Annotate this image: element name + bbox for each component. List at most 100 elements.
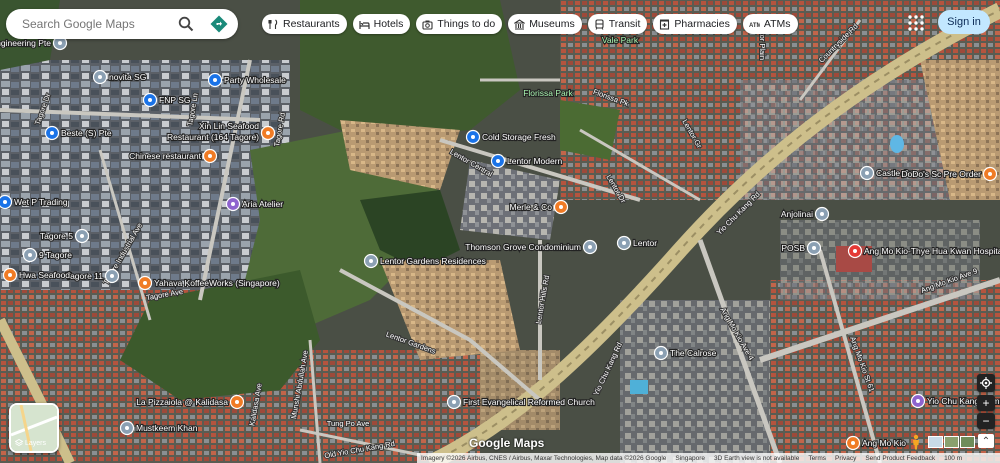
pin-dot [110, 274, 114, 278]
imagery-thumbnails [928, 436, 975, 448]
place-marker[interactable]: Ang Mo Kio [845, 435, 907, 451]
chip-restaurants[interactable]: Restaurants [262, 14, 347, 34]
place-marker[interactable]: novita SG [92, 69, 147, 85]
place-label: Chinese restaurant [129, 151, 201, 161]
pin-dot [812, 246, 816, 250]
place-label: Engineering Pte [0, 38, 51, 48]
place-label: FNP SG [159, 95, 191, 105]
bed-icon [359, 20, 370, 29]
layers-label-wrap: Layers [15, 439, 46, 447]
scale-bar[interactable]: 100 m [944, 455, 962, 462]
country-link[interactable]: Singapore [675, 455, 705, 462]
place-label: The Calrose [670, 348, 717, 358]
pin-dot [496, 159, 500, 163]
pin-dot [235, 400, 239, 404]
place-label: First Evangelical Reformed Church [463, 397, 595, 407]
pin-dot [659, 351, 663, 355]
pin-dot [865, 171, 869, 175]
terms-link[interactable]: Terms [808, 455, 826, 462]
earth-view-note: 3D Earth view is not available [714, 454, 800, 462]
place-marker[interactable]: Beste (S) Pte [44, 125, 113, 141]
pin-dot [58, 41, 62, 45]
pin-dot [916, 399, 920, 403]
expand-button[interactable]: ⌃ [978, 434, 994, 448]
place-marker[interactable]: Tagore 5 [39, 228, 90, 244]
place-label: Tagore 11 [66, 271, 103, 281]
plus-icon: + [982, 396, 990, 410]
place-label: Beste (S) Pte [61, 128, 112, 138]
directions-icon[interactable] [210, 15, 228, 33]
svg-text:ATM: ATM [749, 23, 760, 29]
pin-dot [3, 200, 7, 204]
imagery-attribution: Imagery ©2026 Airbus, CNES / Airbus, Max… [421, 454, 667, 462]
place-label: Yahava KoffeeWorks (Singapore) [154, 278, 280, 288]
place-marker[interactable]: Ang Mo Kio-Thye Hua Kwan Hospital [847, 243, 1000, 259]
place-marker[interactable]: Mustkeem Khan [119, 420, 199, 436]
chip-label: Transit [608, 18, 641, 30]
place-marker[interactable]: The Calrose [653, 345, 718, 361]
chip-things-to-do[interactable]: Things to do [416, 14, 503, 34]
place-label: Ang Mo Kio [862, 438, 906, 448]
zoom-in-button[interactable]: + [977, 395, 995, 411]
pin-dot [452, 400, 456, 404]
category-chips: Restaurants Hotels Things to do Museums … [262, 14, 798, 34]
map-thumbnail[interactable] [928, 436, 943, 448]
satellite-map[interactable]: Tagore Dr Tagore LnTagore RdTagore AveTag… [0, 0, 1000, 463]
chip-label: ATMs [763, 18, 791, 30]
place-marker[interactable]: Hwa Seafood [2, 267, 71, 283]
place-label: Merle & Co [509, 202, 552, 212]
place-label: Lentor [633, 238, 657, 248]
search-icon[interactable] [178, 16, 194, 32]
place-marker[interactable]: 9 Tagore [22, 247, 73, 263]
place-marker[interactable]: Aria Atelier [225, 196, 284, 212]
place-marker[interactable]: First Evangelical Reformed Church [446, 394, 596, 410]
place-marker[interactable]: Thomson Grove Condominium [464, 239, 598, 255]
place-marker[interactable]: POSB [780, 240, 822, 256]
privacy-link[interactable]: Privacy [835, 455, 856, 462]
place-marker[interactable]: Lentor [616, 235, 658, 251]
my-location-button[interactable] [977, 374, 995, 392]
place-label: Tagore 5 [40, 231, 73, 241]
place-marker[interactable]: Yahava KoffeeWorks (Singapore) [137, 275, 281, 291]
place-marker[interactable]: Merle & Co [508, 199, 569, 215]
terrain-thumbnail[interactable] [944, 436, 959, 448]
chip-atms[interactable]: ATM ATMs [742, 14, 798, 34]
layers-icon [15, 439, 23, 447]
place-label: Florissa Park [523, 88, 573, 98]
satellite-thumbnail[interactable] [960, 436, 975, 448]
chip-label: Things to do [437, 18, 496, 30]
place-marker[interactable]: Anjolinai [780, 206, 830, 222]
zoom-out-button[interactable]: − [977, 413, 995, 429]
fork-knife-icon [268, 19, 278, 29]
place-label: Thomson Grove Condominium [465, 242, 581, 252]
chip-transit[interactable]: Transit [587, 14, 648, 34]
place-marker[interactable]: La Pizzaiola @ Kalidasa [135, 394, 245, 410]
layers-label: Layers [25, 439, 47, 447]
place-marker[interactable]: Lentor Gardens Residences [363, 253, 487, 269]
place-marker[interactable]: Florissa Park [522, 87, 575, 99]
layers-button[interactable]: Layers [9, 403, 59, 453]
search-box[interactable] [6, 9, 238, 39]
place-marker[interactable]: Tagore 11 [65, 268, 120, 284]
chip-hotels[interactable]: Hotels [352, 14, 411, 34]
pin-dot [588, 245, 592, 249]
chip-pharmacies[interactable]: Pharmacies [653, 14, 737, 34]
google-maps-logo: Google Maps [469, 436, 545, 450]
pin-dot [853, 249, 857, 253]
place-marker[interactable]: Vale Park [601, 34, 640, 46]
place-label: POSB [781, 243, 805, 253]
place-marker[interactable]: Wet P Trading [0, 194, 69, 210]
place-marker[interactable]: Party Wholesale [207, 72, 287, 88]
feedback-link[interactable]: Send Product Feedback [865, 455, 935, 462]
apps-grid-icon[interactable] [907, 14, 925, 32]
pin-dot [143, 281, 147, 285]
place-label: Mustkeem Khan [136, 423, 198, 433]
search-input[interactable] [20, 16, 174, 32]
pin-dot [98, 75, 102, 79]
pin-dot [148, 98, 152, 102]
chip-museums[interactable]: Museums [508, 14, 582, 34]
sign-in-button[interactable]: Sign in [938, 10, 990, 34]
pegman-icon[interactable] [908, 434, 924, 450]
place-marker[interactable]: Lentor Modern [490, 153, 564, 169]
place-marker[interactable]: FNP SG [142, 92, 192, 108]
